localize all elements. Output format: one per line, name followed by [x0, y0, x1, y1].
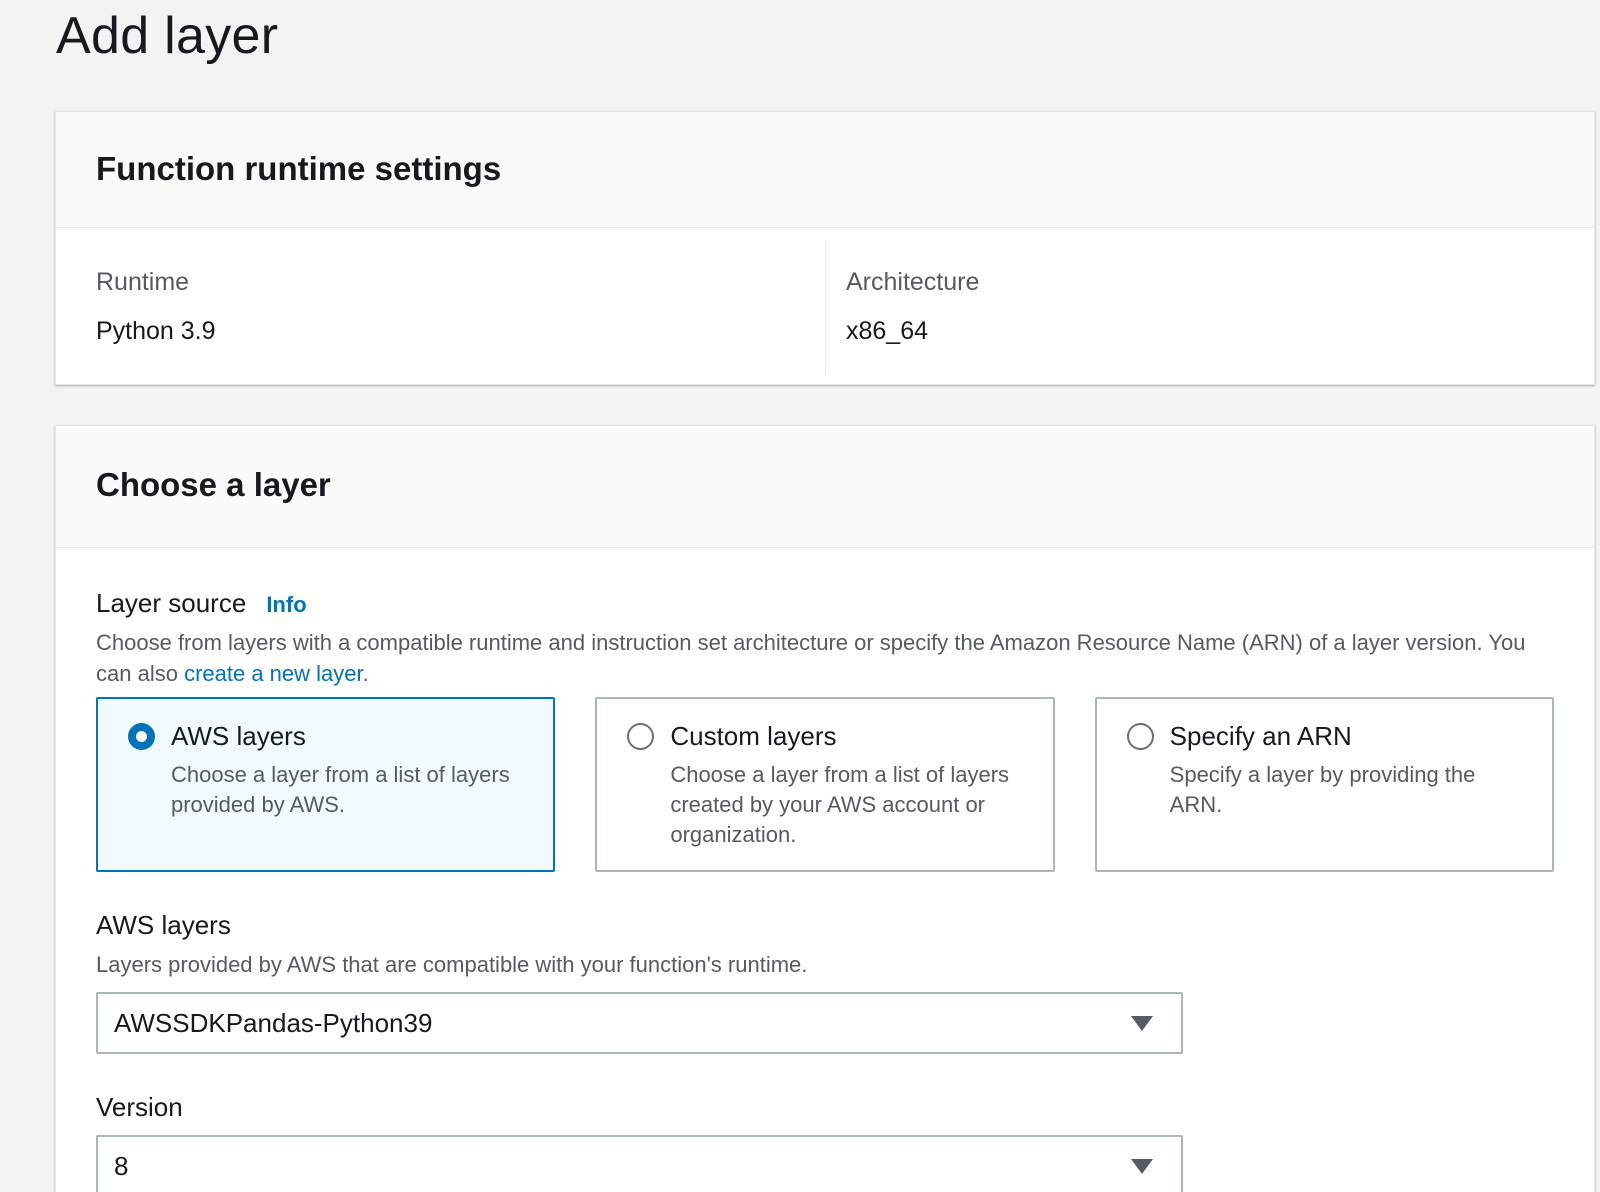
layer-source-tiles: AWS layers Choose a layer from a list of…: [96, 697, 1554, 872]
version-field: Version 8: [96, 1092, 1554, 1192]
tile-title: Specify an ARN: [1169, 721, 1352, 751]
architecture-value: x86_64: [846, 317, 929, 345]
create-new-layer-link[interactable]: create a new layer: [184, 661, 363, 686]
radio-unchecked-icon[interactable]: [1126, 723, 1154, 750]
tile-specify-arn[interactable]: Specify an ARN Specify a layer by provid…: [1094, 697, 1554, 872]
runtime-details: Runtime Python 3.9 Architecture x86_64: [56, 228, 1594, 374]
tile-description: Choose a layer from a list of layers cre…: [670, 762, 1010, 847]
radio-checked-icon[interactable]: [128, 723, 155, 750]
caret-down-icon: [1131, 1015, 1153, 1031]
panel-title: Function runtime settings: [96, 150, 502, 187]
tile-title: AWS layers: [171, 721, 306, 751]
tile-description: Specify a layer by providing the ARN.: [1169, 762, 1476, 817]
runtime-value: Python 3.9: [96, 317, 216, 345]
aws-layers-label: AWS layers: [96, 910, 231, 940]
panel-header: Choose a layer: [56, 426, 1594, 548]
runtime-label: Runtime: [96, 268, 190, 296]
tile-description: Choose a layer from a list of layers pro…: [171, 762, 510, 817]
layer-source-label-row: Layer source Info: [96, 588, 1554, 619]
layer-source-description-end: .: [362, 661, 369, 686]
aws-layers-select[interactable]: AWSSDKPandas-Python39: [96, 992, 1183, 1054]
tile-custom-layers[interactable]: Custom layers Choose a layer from a list…: [595, 697, 1055, 872]
layer-source-label: Layer source: [96, 588, 247, 618]
page-title: Add layer: [56, 7, 279, 65]
aws-layers-selected-value: AWSSDKPandas-Python39: [114, 1007, 433, 1038]
aws-layers-description: Layers provided by AWS that are compatib…: [96, 952, 808, 977]
tile-title: Custom layers: [670, 721, 837, 751]
architecture-label: Architecture: [846, 268, 980, 296]
panel-title: Choose a layer: [96, 466, 331, 503]
tile-text: AWS layers Choose a layer from a list of…: [171, 721, 533, 870]
tile-aws-layers[interactable]: AWS layers Choose a layer from a list of…: [96, 697, 556, 872]
info-link[interactable]: Info: [266, 592, 306, 618]
layer-form: Layer source Info Choose from layers wit…: [56, 548, 1594, 1192]
aws-layers-field: AWS layers Layers provided by AWS that a…: [96, 910, 1554, 1054]
choose-layer-panel: Choose a layer Layer source Info Choose …: [55, 425, 1595, 1192]
tile-text: Custom layers Choose a layer from a list…: [670, 721, 1032, 870]
layer-source-description: Choose from layers with a compatible run…: [96, 627, 1554, 689]
version-selected-value: 8: [114, 1150, 129, 1181]
radio-unchecked-icon[interactable]: [627, 723, 655, 750]
panel-header: Function runtime settings: [56, 112, 1594, 228]
caret-down-icon: [1131, 1158, 1153, 1174]
architecture-column: Architecture x86_64: [825, 240, 1594, 374]
function-runtime-settings-panel: Function runtime settings Runtime Python…: [55, 111, 1595, 385]
runtime-column: Runtime Python 3.9: [56, 240, 825, 374]
version-label: Version: [96, 1092, 183, 1122]
tile-text: Specify an ARN Specify a layer by provid…: [1170, 721, 1532, 870]
version-select[interactable]: 8: [96, 1135, 1183, 1192]
